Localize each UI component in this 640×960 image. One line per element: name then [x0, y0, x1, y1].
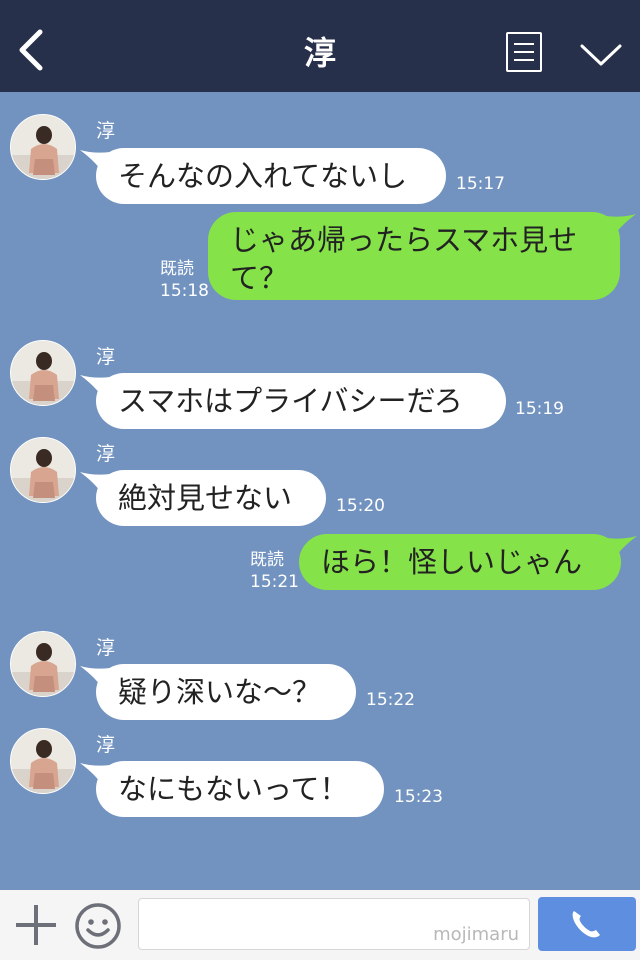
message-bubble[interactable]: じゃあ帰ったらスマホ見せて？	[208, 212, 636, 300]
person-avatar-icon	[11, 632, 75, 696]
person-avatar-icon	[11, 438, 75, 502]
read-receipt: 既読 15:18	[160, 259, 209, 301]
message-text: 疑り深いな〜？	[118, 675, 322, 709]
person-avatar-icon	[11, 341, 75, 405]
plus-icon[interactable]	[16, 905, 56, 945]
chat-title: 淳	[303, 34, 336, 72]
message-text: なにもないって！	[118, 772, 349, 806]
avatar[interactable]	[10, 340, 76, 406]
message-bubble[interactable]: ほら！怪しいじゃん	[299, 534, 637, 590]
sender-name: 淳	[96, 637, 116, 659]
phone-icon	[572, 911, 600, 938]
menu-button[interactable]	[506, 32, 542, 72]
message-bubble[interactable]: スマホはプライバシーだろ	[80, 373, 506, 429]
call-button[interactable]	[538, 897, 636, 951]
message-text: ほら！怪しいじゃん	[321, 545, 583, 579]
message-time: 15:23	[394, 787, 443, 807]
watermark-text: mojimaru	[433, 924, 519, 945]
sender-name: 淳	[96, 734, 116, 756]
message-time: 15:17	[456, 174, 505, 194]
message-time: 15:21	[250, 572, 299, 592]
sender-name: 淳	[96, 346, 116, 368]
expand-button[interactable]	[578, 36, 624, 72]
emoji-button[interactable]	[74, 902, 122, 950]
chat-header: 淳	[0, 0, 640, 92]
avatar[interactable]	[10, 728, 76, 794]
read-receipt: 既読 15:21	[250, 550, 299, 592]
message-time: 15:20	[336, 496, 385, 516]
message-input[interactable]: mojimaru	[138, 898, 530, 950]
message-time: 15:19	[515, 399, 564, 419]
message-time: 15:18	[160, 281, 209, 301]
sender-name: 淳	[96, 120, 116, 142]
chevron-down-icon	[580, 44, 622, 66]
message-text: スマホはプライバシーだろ	[118, 384, 463, 418]
message-text: じゃあ帰ったらスマホ見せて？	[230, 223, 578, 295]
message-bubble[interactable]: 絶対見せない	[80, 470, 326, 526]
avatar[interactable]	[10, 631, 76, 697]
message-text: そんなの入れてないし	[118, 159, 408, 193]
person-avatar-icon	[11, 729, 75, 793]
smiley-icon	[75, 903, 121, 949]
message-bubble[interactable]: なにもないって！	[80, 761, 384, 817]
sender-name: 淳	[96, 443, 116, 465]
person-avatar-icon	[11, 115, 75, 179]
message-text: 絶対見せない	[118, 481, 293, 515]
chat-area[interactable]: 淳 そんなの入れてないし 15:17 既読 15:18 じゃあ帰ったらスマホ見せ…	[0, 92, 640, 890]
menu-list-icon	[514, 43, 534, 45]
message-time: 15:22	[366, 690, 415, 710]
avatar[interactable]	[10, 114, 76, 180]
message-bubble[interactable]: 疑り深いな〜？	[80, 664, 356, 720]
message-bubble[interactable]: そんなの入れてないし	[80, 148, 446, 204]
avatar[interactable]	[10, 437, 76, 503]
